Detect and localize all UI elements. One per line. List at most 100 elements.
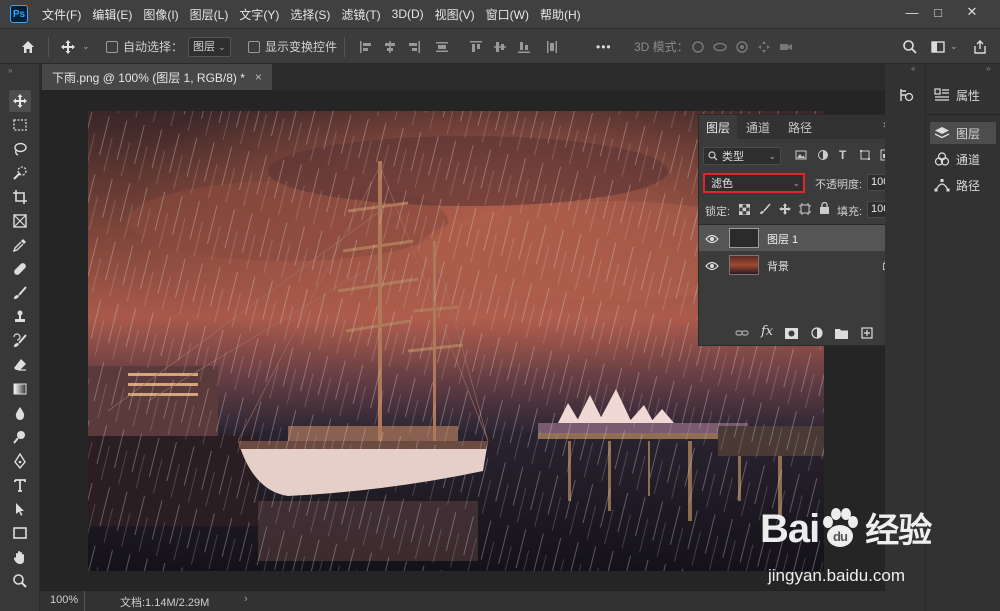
lasso-tool[interactable]: [9, 138, 31, 160]
filter-shape-icon[interactable]: [859, 149, 871, 164]
move-tool-preset[interactable]: ⌄: [60, 29, 90, 64]
align-center-icon[interactable]: [382, 39, 398, 55]
layer-row[interactable]: 背景: [699, 252, 909, 278]
lock-transparent-icon[interactable]: [738, 203, 751, 218]
3d-drag-icon[interactable]: [734, 39, 750, 55]
tab-paths[interactable]: 路径: [781, 115, 819, 139]
dodge-tool[interactable]: [9, 426, 31, 448]
search-button[interactable]: [902, 29, 918, 64]
filter-pixel-icon[interactable]: [795, 149, 807, 164]
move-icon: [13, 94, 27, 108]
lock-all-icon[interactable]: [819, 201, 830, 217]
rectangle-tool[interactable]: [9, 522, 31, 544]
menu-window[interactable]: 窗口(W): [486, 6, 529, 23]
align-top-icon[interactable]: [468, 39, 484, 55]
blur-tool[interactable]: [9, 402, 31, 424]
crop-tool[interactable]: [9, 186, 31, 208]
marquee-tool[interactable]: [9, 114, 31, 136]
more-options-button[interactable]: •••: [596, 29, 612, 64]
layer-filter-dropdown[interactable]: 类型 ⌄: [703, 147, 781, 165]
distribute-icon[interactable]: [434, 39, 450, 55]
pen-tool[interactable]: [9, 450, 31, 472]
collapse-dock-icon[interactable]: »: [986, 64, 990, 73]
home-button[interactable]: [20, 29, 36, 64]
tab-channels[interactable]: 通道: [739, 115, 777, 139]
menu-image[interactable]: 图像(I): [143, 6, 178, 23]
lock-pixels-icon[interactable]: [759, 203, 771, 218]
close-tab-icon[interactable]: ×: [255, 70, 262, 84]
move-tool[interactable]: [9, 90, 31, 112]
collapse-toolbar-icon[interactable]: »: [8, 66, 12, 75]
eyedropper-tool[interactable]: [9, 234, 31, 256]
adjustment-layer-icon[interactable]: [811, 327, 823, 339]
menu-edit[interactable]: 编辑(E): [92, 6, 132, 23]
workspace-button[interactable]: ⌄: [930, 29, 958, 64]
dock-layers[interactable]: 图层: [930, 122, 996, 144]
type-tool[interactable]: [9, 474, 31, 496]
align-bottom-icon[interactable]: [516, 39, 532, 55]
menu-3d[interactable]: 3D(D): [392, 7, 424, 21]
eraser-tool[interactable]: [9, 354, 31, 376]
menu-layer[interactable]: 图层(L): [190, 6, 229, 23]
fx-icon[interactable]: fx: [761, 324, 773, 339]
menu-view[interactable]: 视图(V): [435, 6, 475, 23]
quick-select-tool[interactable]: [9, 162, 31, 184]
eye-icon[interactable]: [705, 260, 719, 274]
show-transform-checkbox[interactable]: 显示变换控件: [248, 29, 337, 64]
auto-select-checkbox[interactable]: 自动选择：: [106, 29, 183, 64]
mask-icon[interactable]: [785, 327, 798, 339]
3d-slide-icon[interactable]: [756, 39, 772, 55]
clone-stamp-tool[interactable]: [9, 306, 31, 328]
3d-camera-icon[interactable]: [778, 39, 794, 55]
3d-rotate-icon[interactable]: [690, 39, 706, 55]
filter-type-icon[interactable]: T: [839, 148, 846, 162]
new-layer-icon[interactable]: [861, 327, 873, 339]
lock-position-icon[interactable]: [779, 203, 791, 218]
distribute-vertical-icon[interactable]: [544, 39, 560, 55]
brush-icon: [14, 286, 27, 299]
hand-tool[interactable]: [9, 546, 31, 568]
dock-channels[interactable]: 通道: [930, 148, 996, 170]
frame-tool[interactable]: [9, 210, 31, 232]
brush-tool[interactable]: [9, 282, 31, 304]
layer-name: 图层 1: [767, 234, 799, 246]
move-icon: [61, 39, 75, 54]
3d-roll-icon[interactable]: [712, 39, 728, 55]
zoom-level[interactable]: 100%: [50, 594, 78, 606]
filter-adjustment-icon[interactable]: [817, 149, 829, 164]
dock-properties[interactable]: 属性: [930, 84, 996, 106]
lock-artboard-icon[interactable]: [799, 203, 811, 218]
eye-icon[interactable]: [705, 233, 719, 247]
auto-select-dropdown[interactable]: 图层 ⌄: [188, 29, 231, 64]
layer-row[interactable]: 图层 1: [699, 225, 909, 251]
gradient-tool[interactable]: [9, 378, 31, 400]
status-menu-arrow[interactable]: ›: [244, 593, 248, 605]
share-button[interactable]: [972, 29, 988, 64]
healing-brush-tool[interactable]: [9, 258, 31, 280]
history-brush-tool[interactable]: [9, 330, 31, 352]
zoom-tool[interactable]: [9, 570, 31, 592]
restore-button[interactable]: □: [922, 0, 954, 24]
blend-mode-dropdown[interactable]: 滤色 ⌄: [703, 173, 805, 193]
paw-icon: du: [823, 508, 859, 547]
align-left-icon[interactable]: [358, 39, 374, 55]
expand-panels-icon[interactable]: «: [911, 64, 915, 73]
document-tab[interactable]: 下雨.png @ 100% (图层 1, RGB/8) * ×: [42, 64, 272, 90]
history-brush-icon: [13, 333, 27, 347]
svg-text:du: du: [833, 529, 848, 544]
menu-select[interactable]: 选择(S): [290, 6, 330, 23]
close-window-button[interactable]: ✕: [956, 0, 988, 24]
menu-type[interactable]: 文字(Y): [239, 6, 279, 23]
link-icon[interactable]: [735, 328, 749, 338]
tab-layers[interactable]: 图层: [699, 115, 737, 139]
history-panel-button[interactable]: [895, 84, 917, 106]
menu-filter[interactable]: 滤镜(T): [341, 6, 380, 23]
zoom-icon: [13, 574, 27, 588]
menu-help[interactable]: 帮助(H): [540, 6, 581, 23]
menu-file[interactable]: 文件(F): [42, 6, 81, 23]
align-middle-icon[interactable]: [492, 39, 508, 55]
folder-icon[interactable]: [835, 328, 848, 339]
align-right-icon[interactable]: [406, 39, 422, 55]
dock-paths[interactable]: 路径: [930, 174, 996, 196]
path-select-tool[interactable]: [9, 498, 31, 520]
